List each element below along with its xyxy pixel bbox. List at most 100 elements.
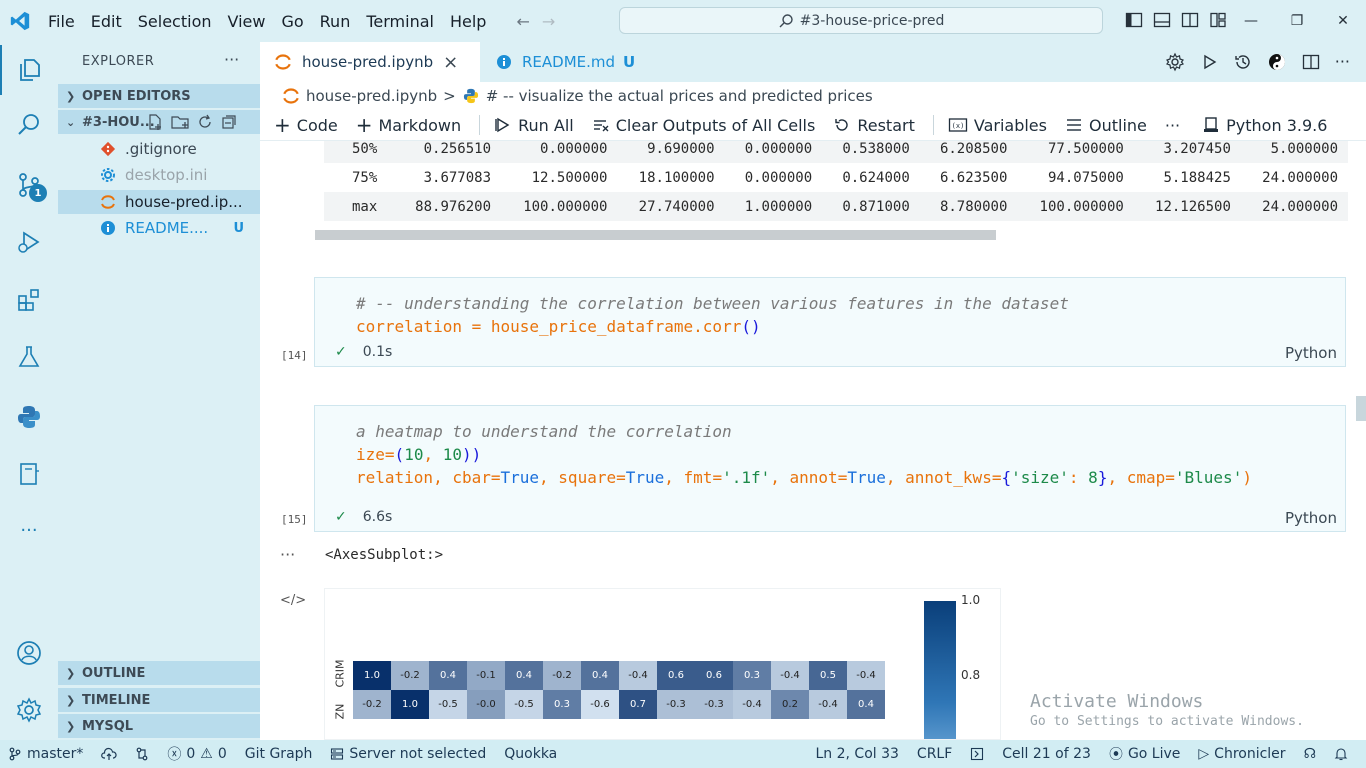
eol-status[interactable]: CRLF [917, 746, 952, 762]
close-tab-icon[interactable]: × [443, 52, 458, 73]
menu-view[interactable]: View [220, 12, 274, 31]
toggle-panel-icon[interactable] [1152, 10, 1172, 30]
quokka-status[interactable]: Quokka [504, 746, 557, 762]
mysql-header[interactable]: ❯ MYSQL [58, 714, 260, 738]
file-readme[interactable]: README.... U [58, 216, 260, 240]
explorer-activity[interactable] [0, 45, 58, 95]
git-graph-status[interactable]: Git Graph [245, 746, 313, 762]
more-actions-icon[interactable]: ··· [1335, 52, 1350, 72]
new-folder-icon[interactable] [170, 113, 190, 131]
new-file-icon[interactable] [146, 113, 164, 131]
add-markdown-button[interactable]: + Markdown [356, 113, 461, 137]
notebook-indent-status[interactable] [970, 747, 984, 761]
menu-edit[interactable]: Edit [83, 12, 130, 31]
run-all-button[interactable]: Run All [494, 116, 574, 135]
history-icon[interactable] [1233, 52, 1253, 72]
live-share-status[interactable] [135, 747, 149, 761]
cell-index-status[interactable]: Cell 21 of 23 [1002, 746, 1091, 762]
run-icon[interactable] [1199, 52, 1219, 72]
notebook-scrollbar-thumb[interactable] [1356, 396, 1366, 421]
code-line: correlation = house_price_dataframe.corr… [356, 317, 761, 336]
sync-status[interactable] [101, 747, 118, 761]
notifications-status[interactable] [1334, 747, 1348, 761]
command-center-search[interactable]: #3-house-price-pred [619, 7, 1103, 34]
testing-activity[interactable] [0, 332, 58, 382]
more-activity[interactable]: ··· [0, 505, 58, 555]
toggle-sidebar-icon[interactable] [1124, 10, 1144, 30]
forward-arrow-icon[interactable]: → [542, 12, 555, 31]
file-desktop-ini[interactable]: desktop.ini [58, 163, 260, 187]
customize-layout-icon[interactable] [1208, 10, 1228, 30]
breadcrumb-file[interactable]: house-pred.ipynb [306, 87, 437, 105]
problems-status[interactable]: ⓧ 0 ⚠ 0 [167, 744, 226, 764]
code-cell-14[interactable]: # -- understanding the correlation betwe… [281, 277, 1346, 367]
minimize-icon[interactable]: — [1228, 0, 1274, 42]
outline-header[interactable]: ❯ OUTLINE [58, 661, 260, 685]
code-token: = [461, 317, 491, 336]
table-cell: 5.188425 [1163, 169, 1231, 186]
output-horizontal-scrollbar[interactable] [315, 230, 996, 240]
menu-file[interactable]: File [40, 12, 83, 31]
table-cell: 6.208500 [939, 141, 1008, 157]
timeline-header[interactable]: ❯ TIMELINE [58, 688, 260, 712]
git-graph-label: Git Graph [244, 746, 313, 762]
source-control-activity[interactable]: 1 [0, 160, 58, 210]
python-activity[interactable] [0, 392, 58, 442]
server-status[interactable]: Server not selected [330, 746, 486, 762]
tab-house-pred[interactable]: house-pred.ipynb × [260, 42, 480, 82]
collapse-all-icon[interactable] [220, 113, 238, 131]
menu-run[interactable]: Run [312, 12, 359, 31]
notebook-icon [20, 463, 39, 485]
yin-yang-icon[interactable] [1267, 52, 1287, 72]
feedback-status[interactable]: ☊ [1304, 746, 1316, 762]
heatmap-cell: 0.3 [733, 661, 771, 690]
restore-icon[interactable]: ❐ [1274, 0, 1320, 42]
menu-help[interactable]: Help [442, 12, 494, 31]
go-live-status[interactable]: ⦿ Go Live [1109, 744, 1180, 764]
execution-time: 6.6s [362, 509, 393, 525]
cell-language[interactable]: Python [1285, 344, 1337, 362]
branch-status[interactable]: master* [8, 746, 83, 762]
folder-header[interactable]: ⌄ #3-HOU... [58, 110, 260, 134]
heatmap-cell: -0.4 [847, 661, 885, 690]
breadcrumb-symbol[interactable]: # -- visualize the actual prices and pre… [486, 87, 873, 105]
add-code-button[interactable]: + Code [274, 113, 338, 137]
execution-count: [15] [281, 513, 308, 526]
gear-icon[interactable] [1165, 52, 1185, 72]
open-editors-header[interactable]: ❯ OPEN EDITORS [58, 84, 260, 108]
tab-readme[interactable]: README.md U [482, 42, 676, 82]
extensions-activity[interactable] [0, 275, 58, 325]
run-debug-activity[interactable] [0, 217, 58, 267]
more-toolbar-button[interactable]: ··· [1165, 116, 1180, 135]
title-bar: File Edit Selection View Go Run Terminal… [0, 0, 1366, 42]
toggle-secondary-sidebar-icon[interactable] [1180, 10, 1200, 30]
file-house-pred[interactable]: house-pred.ip... [58, 190, 260, 214]
cell-language[interactable]: Python [1285, 509, 1337, 527]
menu-terminal[interactable]: Terminal [358, 12, 442, 31]
table-cell: 27.740000 [638, 198, 715, 215]
restart-button[interactable]: Restart [833, 116, 915, 135]
chronicler-status[interactable]: ▷ Chronicler [1198, 746, 1285, 762]
clear-outputs-button[interactable]: Clear Outputs of All Cells [592, 116, 815, 135]
kernel-picker[interactable]: Python 3.9.6 [1202, 116, 1327, 135]
explorer-more-icon[interactable]: ··· [224, 50, 239, 69]
close-window-icon[interactable]: ✕ [1320, 0, 1366, 42]
cursor-position-status[interactable]: Ln 2, Col 33 [815, 746, 898, 762]
accounts-activity[interactable] [0, 628, 58, 678]
variables-button[interactable]: (x) Variables [948, 116, 1047, 135]
search-activity[interactable] [0, 100, 58, 150]
file-gitignore[interactable]: .gitignore [58, 137, 260, 161]
menu-selection[interactable]: Selection [130, 12, 220, 31]
account-icon [17, 641, 41, 665]
manage-activity[interactable] [0, 685, 58, 735]
notebook-activity[interactable] [0, 449, 58, 499]
back-arrow-icon[interactable]: ← [516, 12, 529, 31]
folder-actions [146, 110, 238, 134]
code-icon[interactable]: </> [280, 593, 306, 608]
output-more-icon[interactable]: ··· [280, 545, 295, 564]
split-editor-icon[interactable] [1301, 52, 1321, 72]
outline-button[interactable]: Outline [1065, 116, 1147, 135]
refresh-icon[interactable] [196, 113, 214, 131]
menu-go[interactable]: Go [273, 12, 311, 31]
code-cell-15[interactable]: a heatmap to understand the correlation … [281, 405, 1346, 532]
